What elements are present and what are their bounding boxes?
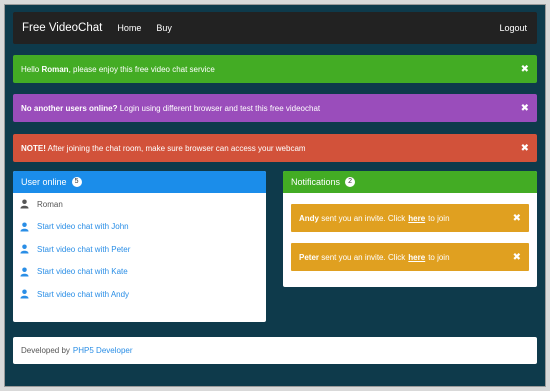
invite-andy-message: sent you an invite. Click [319, 213, 406, 223]
webcam-note-alert-message: After joining the chat room, make sure b… [45, 143, 306, 153]
self-user-name: Roman [37, 199, 63, 209]
close-icon[interactable]: ✖ [521, 64, 529, 75]
webcam-note-alert: NOTE! After joining the chat room, make … [13, 134, 537, 162]
brand-link[interactable]: Free VideoChat [22, 22, 102, 34]
chat-with-kate-link[interactable]: Start video chat with Kate [37, 267, 128, 276]
navbar: Free VideoChat Home Buy Logout [13, 12, 537, 44]
welcome-alert-prefix: Hello [21, 64, 42, 74]
chat-with-john-link[interactable]: Start video chat with John [37, 222, 129, 231]
no-users-alert-message: Login using different browser and test t… [117, 103, 321, 113]
webcam-note-alert-text: NOTE! After joining the chat room, make … [21, 144, 306, 153]
invite-andy-suffix: to join [428, 213, 450, 223]
users-online-panel: User online 5 Roman Start video chat wit… [13, 171, 266, 322]
close-icon[interactable]: ✖ [513, 252, 521, 263]
notifications-title: Notifications [291, 177, 341, 187]
invite-notification-andy: Andy sent you an invite. Click here to joi… [291, 204, 529, 232]
user-row-kate[interactable]: Start video chat with Kate [13, 261, 266, 284]
footer-prefix: Developed by [21, 346, 70, 355]
app-frame: Free VideoChat Home Buy Logout Hello Rom… [4, 4, 546, 387]
welcome-alert-text: Hello Roman, please enjoy this free vide… [21, 65, 215, 74]
notifications-header: Notifications 2 [283, 171, 537, 193]
chat-with-peter-link[interactable]: Start video chat with Peter [37, 245, 130, 254]
invite-peter-text: Peter sent you an invite. Click here to jo… [299, 253, 450, 262]
welcome-alert-username: Roman [41, 64, 69, 74]
invite-andy-name: Andy [299, 213, 319, 223]
welcome-alert: Hello Roman, please enjoy this free vide… [13, 55, 537, 83]
invite-peter-suffix: to join [428, 252, 450, 262]
close-icon[interactable]: ✖ [521, 143, 529, 154]
no-users-alert: No another users online? Login using dif… [13, 94, 537, 122]
nav-home-link[interactable]: Home [117, 23, 141, 33]
footer: Developed by PHP5 Developer [13, 337, 537, 364]
notifications-panel: Notifications 2 Andy sent you an invite.… [283, 171, 537, 287]
close-icon[interactable]: ✖ [521, 103, 529, 114]
users-online-title: User online [21, 177, 67, 187]
invite-peter-message: sent you an invite. Click [319, 252, 406, 262]
user-row-self: Roman [13, 193, 266, 216]
user-icon [20, 222, 29, 232]
no-users-alert-title: No another users online? [21, 103, 118, 113]
join-peter-link[interactable]: here [408, 253, 425, 262]
user-icon [20, 244, 29, 254]
user-icon [20, 267, 29, 277]
users-online-header: User online 5 [13, 171, 266, 193]
nav-buy-link[interactable]: Buy [156, 23, 172, 33]
webcam-note-alert-title: NOTE! [21, 143, 46, 153]
join-andy-link[interactable]: here [408, 214, 425, 223]
developer-link[interactable]: PHP5 Developer [73, 346, 133, 355]
notifications-count-badge: 2 [345, 177, 356, 187]
user-icon [20, 289, 29, 299]
chat-with-andy-link[interactable]: Start video chat with Andy [37, 290, 129, 299]
invite-notification-peter: Peter sent you an invite. Click here to jo… [291, 243, 529, 271]
invite-andy-text: Andy sent you an invite. Click here to joi… [299, 214, 450, 223]
invite-peter-name: Peter [299, 252, 320, 262]
user-icon [20, 199, 29, 209]
no-users-alert-text: No another users online? Login using dif… [21, 104, 320, 113]
user-row-john[interactable]: Start video chat with John [13, 216, 266, 239]
user-row-peter[interactable]: Start video chat with Peter [13, 238, 266, 261]
users-count-badge: 5 [71, 177, 82, 187]
logout-link[interactable]: Logout [499, 23, 527, 33]
close-icon[interactable]: ✖ [513, 213, 521, 224]
welcome-alert-message: , please enjoy this free video chat serv… [68, 64, 215, 74]
user-row-andy[interactable]: Start video chat with Andy [13, 283, 266, 306]
